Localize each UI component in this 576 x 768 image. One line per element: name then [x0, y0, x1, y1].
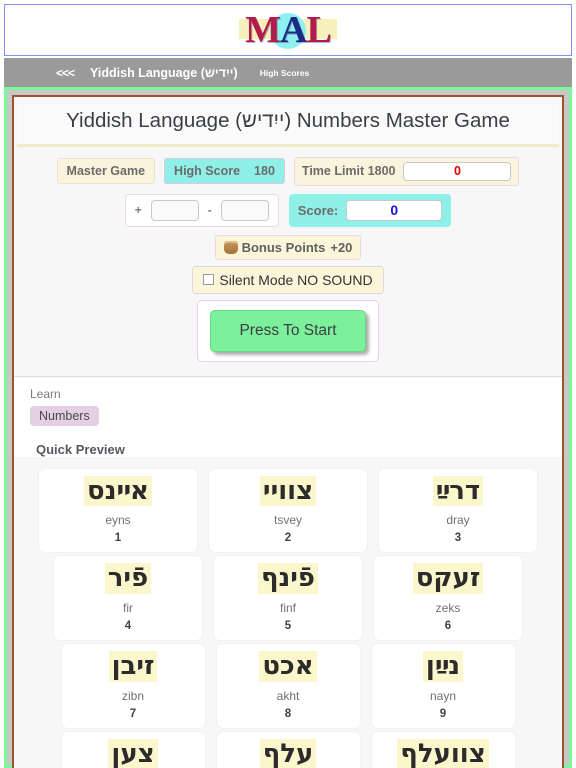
card-yiddish: זעקס [412, 563, 484, 594]
page-title: Yiddish Language (ייִדיש) Numbers Master… [66, 109, 510, 132]
bonus-row: Bonus Points +20 [14, 234, 562, 260]
silent-mode-row: Silent Mode NO SOUND [14, 265, 562, 294]
card-number: 4 [124, 619, 132, 632]
navigation-bar: <<< Yiddish Language (ייִדיש) High Score… [4, 58, 572, 87]
card-transliteration: finf [279, 600, 296, 615]
card-number: 7 [129, 707, 137, 720]
start-button-container: Press To Start [197, 299, 379, 362]
plus-input[interactable] [150, 199, 199, 221]
card-transliteration: dray [446, 513, 470, 528]
learn-label: Learn [30, 386, 61, 401]
high-score-value: 180 [254, 164, 275, 179]
logo-letter-a: A [280, 9, 307, 51]
quick-preview-grid: אײנס eyns 1 צוויי tsvey 2 דרײַ dray 3 פֿ… [14, 464, 562, 768]
card-row: זיבן zibn 7 אכט akht 8 נײַן nayn 9 [14, 643, 562, 728]
card-number: 2 [284, 532, 292, 545]
mode-badge: Master Game [56, 158, 156, 185]
card-transliteration: zeks [435, 600, 461, 615]
card-yiddish: אײנס [84, 475, 152, 507]
high-scores-link[interactable]: High Scores [260, 68, 310, 78]
card-number: 8 [284, 707, 292, 720]
press-to-start-button[interactable]: Press To Start [210, 309, 366, 352]
card-row: אײנס eyns 1 צוויי tsvey 2 דרײַ dray 3 [14, 468, 562, 553]
card-row: צען tsen 10 עלף elf 11 צוועלף tsvelf 12 [14, 731, 562, 768]
minus-sign-label: - [207, 203, 212, 218]
silent-mode-toggle[interactable]: Silent Mode NO SOUND [192, 265, 384, 294]
score-label: Score: [297, 202, 339, 218]
card-yiddish: אכט [259, 650, 317, 682]
bonus-amount: +20 [330, 239, 353, 255]
plus-sign-label: + [134, 203, 142, 218]
quick-preview-title: Quick Preview [36, 441, 125, 457]
card-yiddish: פֿיר [104, 563, 152, 594]
preview-card[interactable]: זעקס zeks 6 [374, 556, 522, 640]
checkbox-icon[interactable] [203, 274, 215, 286]
bonus-points-badge: Bonus Points +20 [214, 234, 362, 260]
preview-card[interactable]: דרײַ dray 3 [379, 468, 537, 553]
preview-card[interactable]: צוועלף tsvelf 12 [371, 731, 515, 768]
card-yiddish: צוויי [259, 475, 317, 507]
nav-title-link[interactable]: Yiddish Language (ייִדיש) [90, 66, 238, 80]
score-display: 0 [346, 199, 443, 221]
card-transliteration: tsvey [273, 513, 302, 528]
outer-green-frame: Yiddish Language (ייִדיש) Numbers Master… [4, 87, 572, 768]
preview-card[interactable]: אכט akht 8 [216, 643, 360, 728]
card-yiddish: צוועלף [397, 738, 489, 768]
silent-mode-label: Silent Mode NO SOUND [219, 271, 373, 288]
mal-logo[interactable]: MAL [239, 11, 337, 49]
card-transliteration: zibn [121, 688, 144, 703]
back-link[interactable]: <<< [56, 66, 75, 80]
game-control-panel: Master Game High Score 180 Time Limit 180… [14, 146, 562, 377]
time-limit-group: Time Limit 1800 0 [293, 156, 520, 186]
status-row: Master Game High Score 180 Time Limit 180… [14, 156, 562, 186]
card-yiddish: עלף [259, 738, 317, 768]
inner-brown-frame: Yiddish Language (ייִדיש) Numbers Master… [12, 95, 564, 768]
preview-card[interactable]: צוויי tsvey 2 [209, 468, 367, 553]
title-panel: Yiddish Language (ייִדיש) Numbers Master… [17, 100, 559, 147]
preview-card[interactable]: נײַן nayn 9 [371, 643, 515, 728]
logo-bar: MAL [4, 4, 572, 56]
score-group: Score: 0 [288, 193, 452, 227]
card-number: 3 [454, 532, 462, 545]
high-score-label: High Score [174, 164, 241, 179]
card-transliteration: fir [123, 600, 133, 615]
category-pill-numbers[interactable]: Numbers [30, 405, 99, 426]
logo-letter-l: L [306, 9, 331, 51]
preview-card[interactable]: פֿיר fir 4 [54, 556, 202, 640]
card-yiddish: זיבן [108, 650, 158, 682]
timer-display: 0 [403, 161, 512, 181]
preview-card[interactable]: פֿינף finf 5 [214, 556, 362, 640]
card-yiddish: דרײַ [432, 475, 484, 507]
card-yiddish: פֿינף [257, 563, 319, 594]
logo-text: MAL [245, 9, 332, 51]
card-number: 9 [439, 707, 447, 720]
card-transliteration: eyns [105, 513, 131, 528]
card-number: 6 [444, 619, 452, 632]
preview-card[interactable]: צען tsen 10 [61, 731, 205, 768]
card-number: 1 [114, 532, 122, 545]
answer-row: + - Score: 0 [14, 193, 562, 227]
start-row: Press To Start [14, 299, 562, 362]
app-window: MAL <<< Yiddish Language (ייִדיש) High S… [0, 0, 576, 768]
preview-card[interactable]: זיבן zibn 7 [61, 643, 205, 728]
cup-icon [223, 240, 238, 254]
card-transliteration: nayn [429, 688, 457, 703]
card-transliteration: akht [276, 688, 300, 703]
minus-input[interactable] [220, 199, 269, 221]
card-yiddish: נײַן [422, 650, 464, 682]
logo-letter-m: M [245, 9, 281, 51]
high-score-badge: High Score 180 [164, 158, 285, 185]
card-number: 5 [284, 619, 292, 632]
card-row: פֿיר fir 4 פֿינף finf 5 זעקס zeks 6 [14, 556, 562, 640]
time-limit-label: Time Limit 1800 [301, 164, 396, 179]
preview-card[interactable]: אײנס eyns 1 [39, 468, 197, 553]
learn-section: Learn Numbers Quick Preview [14, 376, 562, 457]
plus-minus-group: + - [124, 193, 279, 227]
preview-card[interactable]: עלף elf 11 [216, 731, 360, 768]
card-yiddish: צען [108, 738, 158, 768]
bonus-label: Bonus Points [241, 239, 326, 255]
